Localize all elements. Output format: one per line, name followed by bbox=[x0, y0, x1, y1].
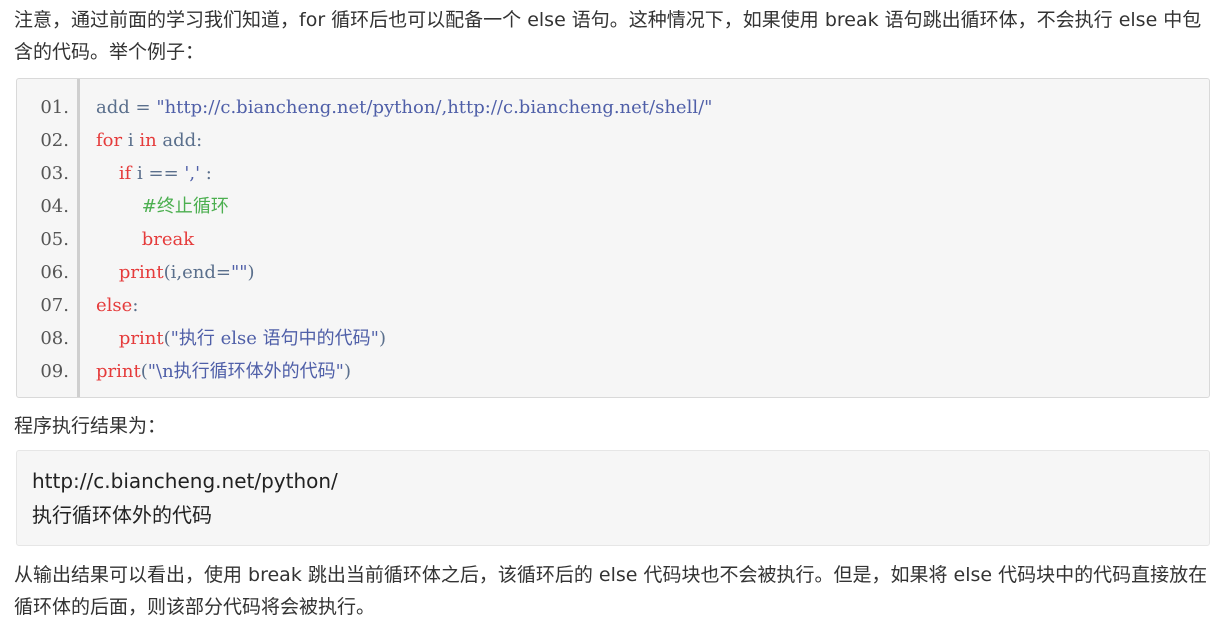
code-line: 01. add = "http://c.biancheng.net/python/… bbox=[17, 91, 1197, 124]
code-keyword: print bbox=[118, 328, 164, 349]
code-line: 04. #终止循环 bbox=[17, 190, 1197, 223]
code-line: 09. print("\n执行循环体外的代码") bbox=[17, 355, 1197, 388]
code-token: ) bbox=[247, 262, 255, 283]
code-line: 02. for i in add: bbox=[17, 124, 1197, 157]
code-keyword: break bbox=[141, 229, 195, 250]
code-token: i == bbox=[131, 163, 185, 184]
code-line: 06. print(i,end="") bbox=[17, 256, 1197, 289]
code-string: "执行 else 语句中的代码" bbox=[170, 328, 379, 349]
code-string: "" bbox=[230, 262, 248, 283]
code-keyword: if bbox=[118, 163, 132, 184]
code-text: for i in add: bbox=[96, 124, 202, 157]
output-line: 执行循环体外的代码 bbox=[32, 503, 212, 527]
code-text: print("执行 else 语句中的代码") bbox=[96, 322, 386, 355]
code-text: add = "http://c.biancheng.net/python/,ht… bbox=[96, 91, 712, 124]
code-keyword: else bbox=[96, 295, 133, 316]
code-token: : bbox=[132, 295, 139, 316]
intro-paragraph: 注意，通过前面的学习我们知道，for 循环后也可以配备一个 else 语句。这种… bbox=[14, 9, 1202, 63]
code-token: ( bbox=[140, 361, 148, 382]
code-token: ) bbox=[343, 361, 351, 382]
code-token: ) bbox=[378, 328, 386, 349]
code-text: #终止循环 bbox=[96, 190, 229, 223]
code-keyword: print bbox=[118, 262, 164, 283]
result-label: 程序执行结果为： bbox=[14, 415, 167, 437]
code-keyword: print bbox=[96, 361, 141, 382]
line-number: 08. bbox=[40, 328, 69, 349]
code-token: add: bbox=[156, 130, 203, 151]
code-line: 05. break bbox=[17, 223, 1197, 256]
conclusion-paragraph: 从输出结果可以看出，使用 break 跳出当前循环体之后，该循环后的 else … bbox=[14, 564, 1208, 618]
code-string: ',' bbox=[184, 163, 201, 184]
line-number: 02. bbox=[40, 130, 69, 151]
code-string: "\n执行循环体外的代码" bbox=[147, 361, 344, 382]
code-token: : bbox=[200, 163, 212, 184]
code-text: break bbox=[96, 223, 194, 256]
line-number: 04. bbox=[40, 196, 69, 217]
code-text: else: bbox=[96, 289, 138, 322]
code-line: 03. if i == ',' : bbox=[17, 157, 1197, 190]
code-string: "http://c.biancheng.net/python/,http://c… bbox=[156, 97, 713, 118]
code-token: add = bbox=[96, 97, 157, 118]
code-line: 07. else: bbox=[17, 289, 1197, 322]
line-number: 01. bbox=[40, 97, 69, 118]
code-block: 01. add = "http://c.biancheng.net/python/… bbox=[16, 78, 1210, 398]
output-line: http://c.biancheng.net/python/ bbox=[32, 469, 338, 493]
code-text: if i == ',' : bbox=[96, 157, 212, 190]
code-token: (i,end= bbox=[163, 262, 231, 283]
line-number: 07. bbox=[40, 295, 69, 316]
code-token: i bbox=[122, 130, 140, 151]
code-keyword: for bbox=[96, 130, 123, 151]
code-token: ( bbox=[163, 328, 171, 349]
line-number: 06. bbox=[40, 262, 69, 283]
line-number: 03. bbox=[40, 163, 69, 184]
output-block: http://c.biancheng.net/python/ 执行循环体外的代码 bbox=[16, 450, 1210, 546]
code-line: 08. print("执行 else 语句中的代码") bbox=[17, 322, 1197, 355]
code-keyword: in bbox=[139, 130, 157, 151]
code-comment: #终止循环 bbox=[141, 196, 229, 217]
line-number: 09. bbox=[40, 361, 69, 382]
code-text: print("\n执行循环体外的代码") bbox=[96, 355, 351, 388]
line-number: 05. bbox=[40, 229, 69, 250]
code-text: print(i,end="") bbox=[96, 256, 255, 289]
